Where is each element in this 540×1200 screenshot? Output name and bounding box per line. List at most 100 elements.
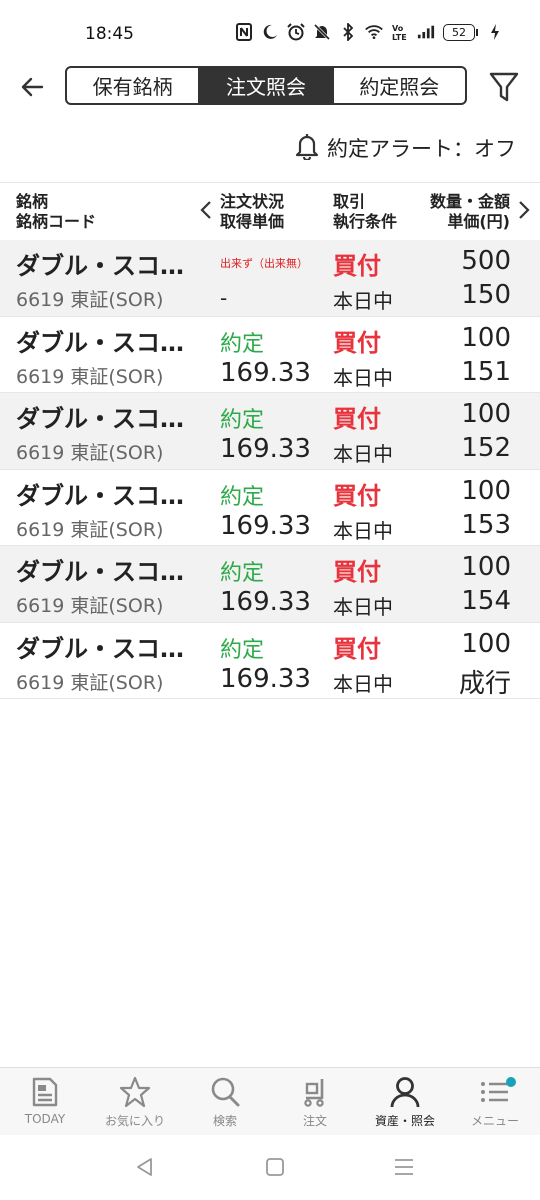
system-back-icon[interactable] <box>133 1155 157 1179</box>
segmented-tabs: 保有銘柄 注文照会 約定照会 <box>65 66 467 105</box>
unit-price: 151 <box>461 356 511 387</box>
unit-price: 150 <box>461 280 511 310</box>
notification-dot <box>506 1077 516 1087</box>
volte-icon: Vo LTE <box>391 22 409 42</box>
execution-condition: 本日中 <box>333 289 393 313</box>
tab-holdings[interactable]: 保有銘柄 <box>67 68 201 103</box>
filter-icon[interactable] <box>488 70 520 104</box>
nav-today[interactable]: TODAY <box>0 1068 90 1135</box>
unit-price: 154 <box>461 586 511 616</box>
stock-code: 6619 東証(SOR) <box>16 671 164 694</box>
chevron-left-icon[interactable] <box>199 199 213 221</box>
table-row[interactable]: ダブル・スコ… 6619 東証(SOR) 約定 169.33 買付 本日中 10… <box>0 623 540 699</box>
stock-code: 6619 東証(SOR) <box>16 518 164 541</box>
system-recents-icon[interactable] <box>392 1155 416 1179</box>
battery-icon: 52 <box>443 23 478 41</box>
nav-label: TODAY <box>24 1112 66 1126</box>
chevron-right-icon[interactable] <box>517 199 531 221</box>
quantity: 100 <box>461 475 511 506</box>
stock-name: ダブル・スコ… <box>16 405 184 433</box>
execution-alert-toggle[interactable]: 約定アラート：オフ <box>295 130 516 166</box>
alert-label: 約定アラート：オフ <box>327 137 516 161</box>
acquired-price: - <box>220 286 228 310</box>
news-icon <box>28 1076 62 1108</box>
table-header: 銘柄 銘柄コード 注文状況 取得単価 取引 執行条件 数量・金額 単価(円) <box>0 182 540 240</box>
trade-side: 買付 <box>333 328 381 357</box>
quantity: 100 <box>461 628 511 659</box>
trade-side: 買付 <box>333 252 381 280</box>
search-icon <box>208 1076 242 1108</box>
stock-code: 6619 東証(SOR) <box>16 289 164 311</box>
trade-side: 買付 <box>333 405 381 433</box>
execution-condition: 本日中 <box>333 595 393 619</box>
status-icons: Vo LTE 52 <box>235 22 504 42</box>
nav-menu[interactable]: メニュー <box>450 1068 540 1135</box>
nav-label: お気に入り <box>104 1114 165 1128</box>
order-list: ダブル・スコ… 6619 東証(SOR) 出来ず（出来無） - 買付 本日中 5… <box>0 240 540 699</box>
acquired-price: 169.33 <box>220 587 311 617</box>
moon-icon <box>261 22 279 42</box>
acquired-price: 169.33 <box>220 357 311 388</box>
nav-label: 検索 <box>212 1114 237 1128</box>
order-status: 約定 <box>220 331 265 357</box>
header-col-status: 注文状況 取得単価 <box>220 192 285 231</box>
execution-condition: 本日中 <box>333 671 393 696</box>
nav-search[interactable]: 検索 <box>180 1068 270 1135</box>
back-arrow-icon[interactable] <box>18 72 48 102</box>
header-col-stock: 銘柄 銘柄コード <box>16 192 97 231</box>
wifi-icon <box>365 22 383 42</box>
order-status: 約定 <box>220 408 265 433</box>
header-col-trade: 取引 執行条件 <box>333 192 398 231</box>
nav-label: 注文 <box>302 1114 327 1128</box>
nav-label: メニュー <box>470 1114 519 1128</box>
system-home-icon[interactable] <box>263 1155 287 1179</box>
svg-text:LTE: LTE <box>392 33 407 42</box>
nav-assets[interactable]: 資産・照会 <box>360 1068 450 1135</box>
order-status: 出来ず（出来無） <box>220 257 308 270</box>
person-icon <box>388 1076 422 1108</box>
star-icon <box>118 1076 152 1108</box>
bluetooth-icon <box>339 22 357 42</box>
tab-order-inquiry[interactable]: 注文照会 <box>200 68 334 103</box>
tab-execution-inquiry[interactable]: 約定照会 <box>334 68 465 103</box>
app-header: 保有銘柄 注文照会 約定照会 <box>0 62 540 112</box>
bell-icon <box>295 132 319 164</box>
alarm-icon <box>287 22 305 42</box>
order-status: 約定 <box>220 561 265 586</box>
stock-code: 6619 東証(SOR) <box>16 595 164 617</box>
acquired-price: 169.33 <box>220 663 311 694</box>
system-nav-bar <box>0 1135 540 1200</box>
quantity: 100 <box>461 399 511 429</box>
unit-price: 152 <box>461 433 511 463</box>
unit-price: 成行 <box>458 668 511 699</box>
nav-order[interactable]: 注文 <box>270 1068 360 1135</box>
table-row[interactable]: ダブル・スコ… 6619 東証(SOR) 約定 169.33 買付 本日中 10… <box>0 317 540 393</box>
trade-side: 買付 <box>333 558 381 586</box>
battery-level: 52 <box>443 23 475 41</box>
trade-side: 買付 <box>333 481 381 510</box>
signal-icon <box>417 22 435 42</box>
cart-icon <box>298 1076 332 1108</box>
status-time: 18:45 <box>85 24 134 44</box>
mute-icon <box>313 22 331 42</box>
table-row[interactable]: ダブル・スコ… 6619 東証(SOR) 約定 169.33 買付 本日中 10… <box>0 546 540 623</box>
table-row[interactable]: ダブル・スコ… 6619 東証(SOR) 出来ず（出来無） - 買付 本日中 5… <box>0 240 540 317</box>
stock-name: ダブル・スコ… <box>16 328 184 357</box>
order-status: 約定 <box>220 484 265 510</box>
stock-name: ダブル・スコ… <box>16 252 184 280</box>
stock-name: ダブル・スコ… <box>16 481 184 510</box>
quantity: 100 <box>461 552 511 582</box>
quantity: 500 <box>461 246 511 276</box>
bottom-nav: TODAY お気に入り 検索 注文 資産・照会 メニュー <box>0 1067 540 1135</box>
trade-side: 買付 <box>333 634 381 663</box>
stock-name: ダブル・スコ… <box>16 558 184 586</box>
order-status: 約定 <box>220 637 265 663</box>
nav-favorites[interactable]: お気に入り <box>90 1068 180 1135</box>
table-row[interactable]: ダブル・スコ… 6619 東証(SOR) 約定 169.33 買付 本日中 10… <box>0 393 540 470</box>
table-row[interactable]: ダブル・スコ… 6619 東証(SOR) 約定 169.33 買付 本日中 10… <box>0 470 540 546</box>
stock-code: 6619 東証(SOR) <box>16 442 164 464</box>
status-bar: 18:45 Vo LTE 52 <box>0 0 540 70</box>
acquired-price: 169.33 <box>220 510 311 541</box>
execution-condition: 本日中 <box>333 365 393 390</box>
quantity: 100 <box>461 322 511 353</box>
